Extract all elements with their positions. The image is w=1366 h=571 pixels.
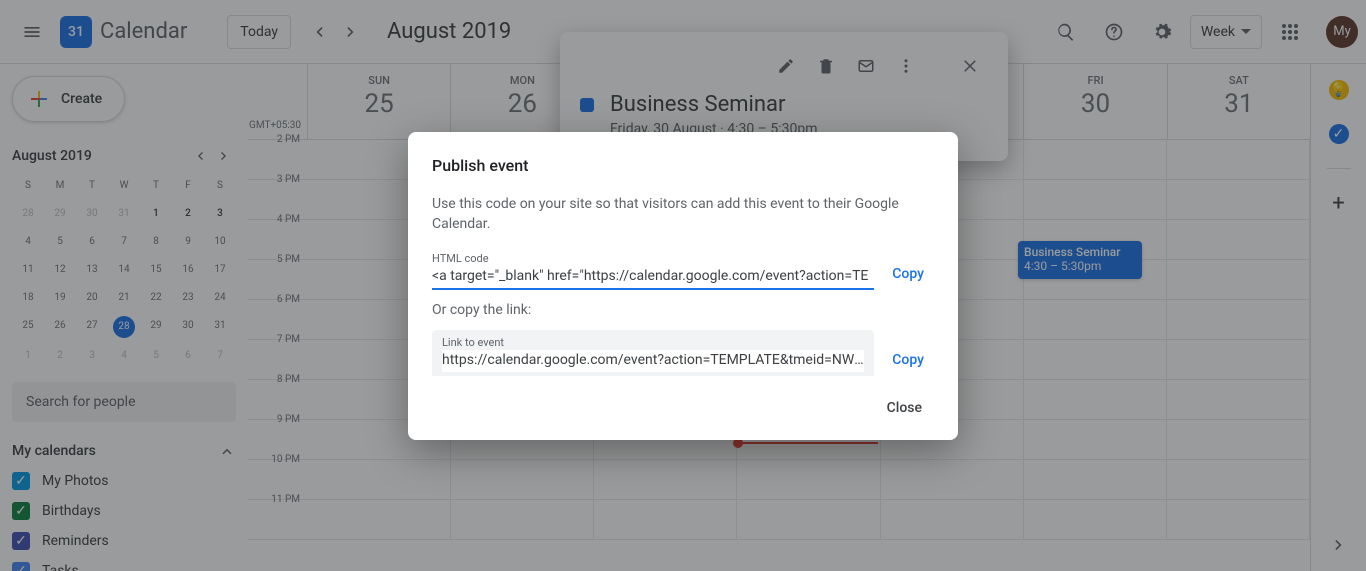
dialog-description: Use this code on your site so that visit…: [432, 195, 934, 234]
link-input[interactable]: [442, 350, 864, 372]
copy-link-button[interactable]: Copy: [882, 344, 934, 376]
link-label: Link to event: [442, 336, 864, 349]
or-copy-link-label: Or copy the link:: [432, 302, 934, 318]
publish-event-dialog: Publish event Use this code on your site…: [408, 132, 958, 440]
html-code-label: HTML code: [432, 252, 874, 265]
copy-html-button[interactable]: Copy: [882, 258, 934, 290]
close-dialog-button[interactable]: Close: [875, 392, 934, 424]
dialog-title: Publish event: [432, 156, 934, 175]
html-code-input[interactable]: [432, 266, 874, 290]
